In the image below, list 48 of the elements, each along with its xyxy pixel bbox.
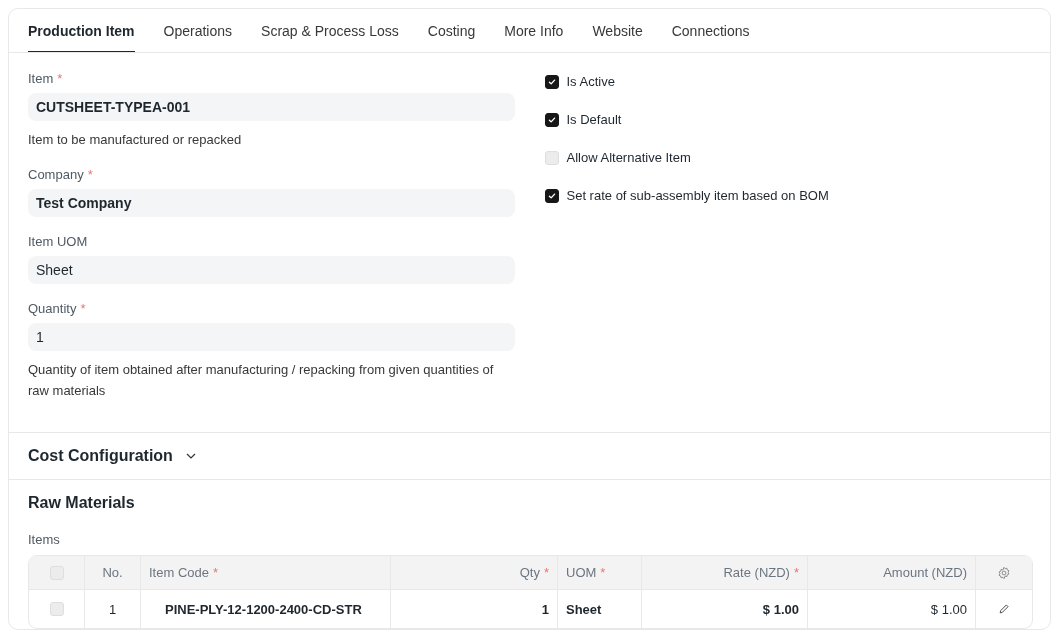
column-header: Item Code: [149, 565, 209, 580]
tab[interactable]: Production Item: [28, 9, 135, 52]
checkbox-label: Is Active: [566, 74, 615, 89]
table-cell: 1: [108, 601, 117, 617]
required-mark: *: [213, 565, 219, 580]
table-cell: PINE-PLY-12-1200-2400-CD-STR: [165, 601, 362, 617]
required-mark: *: [600, 565, 606, 580]
input-field[interactable]: 1: [28, 323, 515, 351]
checkbox-label: Allow Alternative Item: [566, 150, 691, 165]
required-mark: *: [543, 565, 549, 580]
checkbox-label: Set rate of sub-assembly item based on BOM: [566, 188, 829, 203]
field-label: Company: [28, 167, 84, 182]
section-title: Raw Materials: [28, 494, 136, 512]
table-cell: 1: [541, 601, 549, 617]
column-header: Qty: [519, 565, 540, 580]
field-label: Item UOM: [28, 234, 88, 249]
edit-icon[interactable]: [997, 603, 1010, 615]
field-description: Item to be manufactured or repacked: [28, 131, 243, 149]
field-description: Quantity of item obtained after manufacturing / repacking from given quantities of raw materials: [28, 361, 495, 400]
table-cell: Sheet: [566, 601, 602, 617]
table-cell: $ 1.00: [930, 601, 967, 617]
checkbox[interactable]: [544, 74, 559, 89]
checkbox[interactable]: [544, 112, 559, 127]
required-mark: *: [80, 301, 86, 316]
column-header: Rate (NZD): [723, 565, 790, 580]
checkbox[interactable]: [544, 188, 559, 203]
required-mark: *: [87, 167, 93, 182]
column-header: No.: [102, 565, 123, 580]
tab[interactable]: Scrap & Process Loss: [261, 9, 399, 52]
tab[interactable]: Costing: [427, 9, 476, 52]
checkbox-label: Is Default: [566, 112, 622, 127]
input-field[interactable]: Sheet: [28, 256, 515, 284]
tab[interactable]: Website: [592, 9, 643, 52]
field-label: Item: [28, 71, 54, 86]
required-mark: *: [793, 565, 799, 580]
table-label: Items: [28, 532, 61, 547]
settings-icon[interactable]: [996, 565, 1011, 580]
input-field[interactable]: CUTSHEET-TYPEA-001: [28, 93, 515, 121]
tab[interactable]: More Info: [504, 9, 564, 52]
column-header: Amount (NZD): [883, 565, 967, 580]
input-field[interactable]: Test Company: [28, 189, 515, 217]
tab[interactable]: Connections: [671, 9, 750, 52]
required-mark: *: [57, 71, 63, 86]
section-header[interactable]: Cost Configuration: [28, 447, 197, 465]
field-label: Quantity: [28, 301, 77, 316]
table-cell: $ 1.00: [762, 601, 799, 617]
tab[interactable]: Operations: [163, 9, 233, 52]
column-header: UOM: [566, 565, 597, 580]
